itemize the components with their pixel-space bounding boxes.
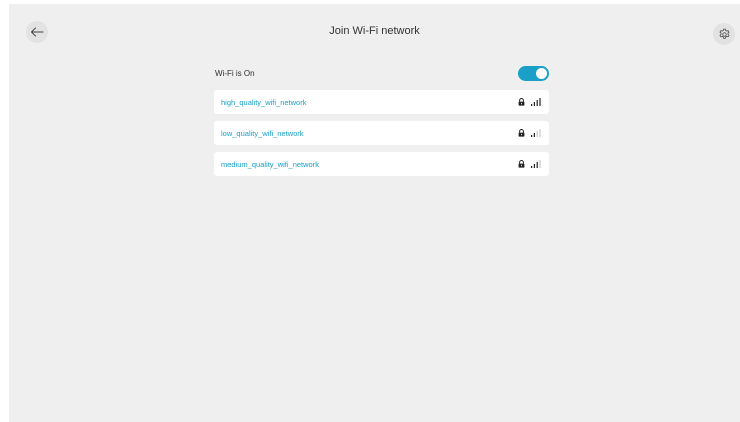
wifi-settings-screen: Join Wi-Fi network Wi-Fi is On high_qual… — [9, 4, 740, 422]
network-item-low-quality[interactable]: low_quality_wifi_network — [214, 121, 549, 145]
signal-strength-icon — [531, 160, 541, 168]
wifi-toggle-row: Wi-Fi is On — [214, 61, 549, 85]
wifi-status-label: Wi-Fi is On — [215, 68, 255, 78]
network-item-high-quality[interactable]: high_quality_wifi_network — [214, 90, 549, 114]
network-name: low_quality_wifi_network — [221, 128, 304, 138]
lock-icon — [518, 160, 525, 168]
lock-icon — [518, 98, 525, 106]
signal-strength-icon — [531, 98, 541, 106]
network-list: high_quality_wifi_network low_quality_wi… — [214, 90, 549, 183]
toggle-knob — [536, 67, 547, 79]
page-title: Join Wi-Fi network — [329, 25, 420, 37]
network-item-medium-quality[interactable]: medium_quality_wifi_network — [214, 152, 549, 176]
network-name: high_quality_wifi_network — [221, 97, 307, 107]
network-name: medium_quality_wifi_network — [221, 159, 319, 169]
gear-icon — [719, 28, 729, 39]
signal-strength-icon — [531, 129, 541, 137]
lock-icon — [518, 129, 525, 137]
wifi-toggle[interactable] — [518, 65, 549, 81]
settings-button[interactable] — [713, 23, 735, 45]
